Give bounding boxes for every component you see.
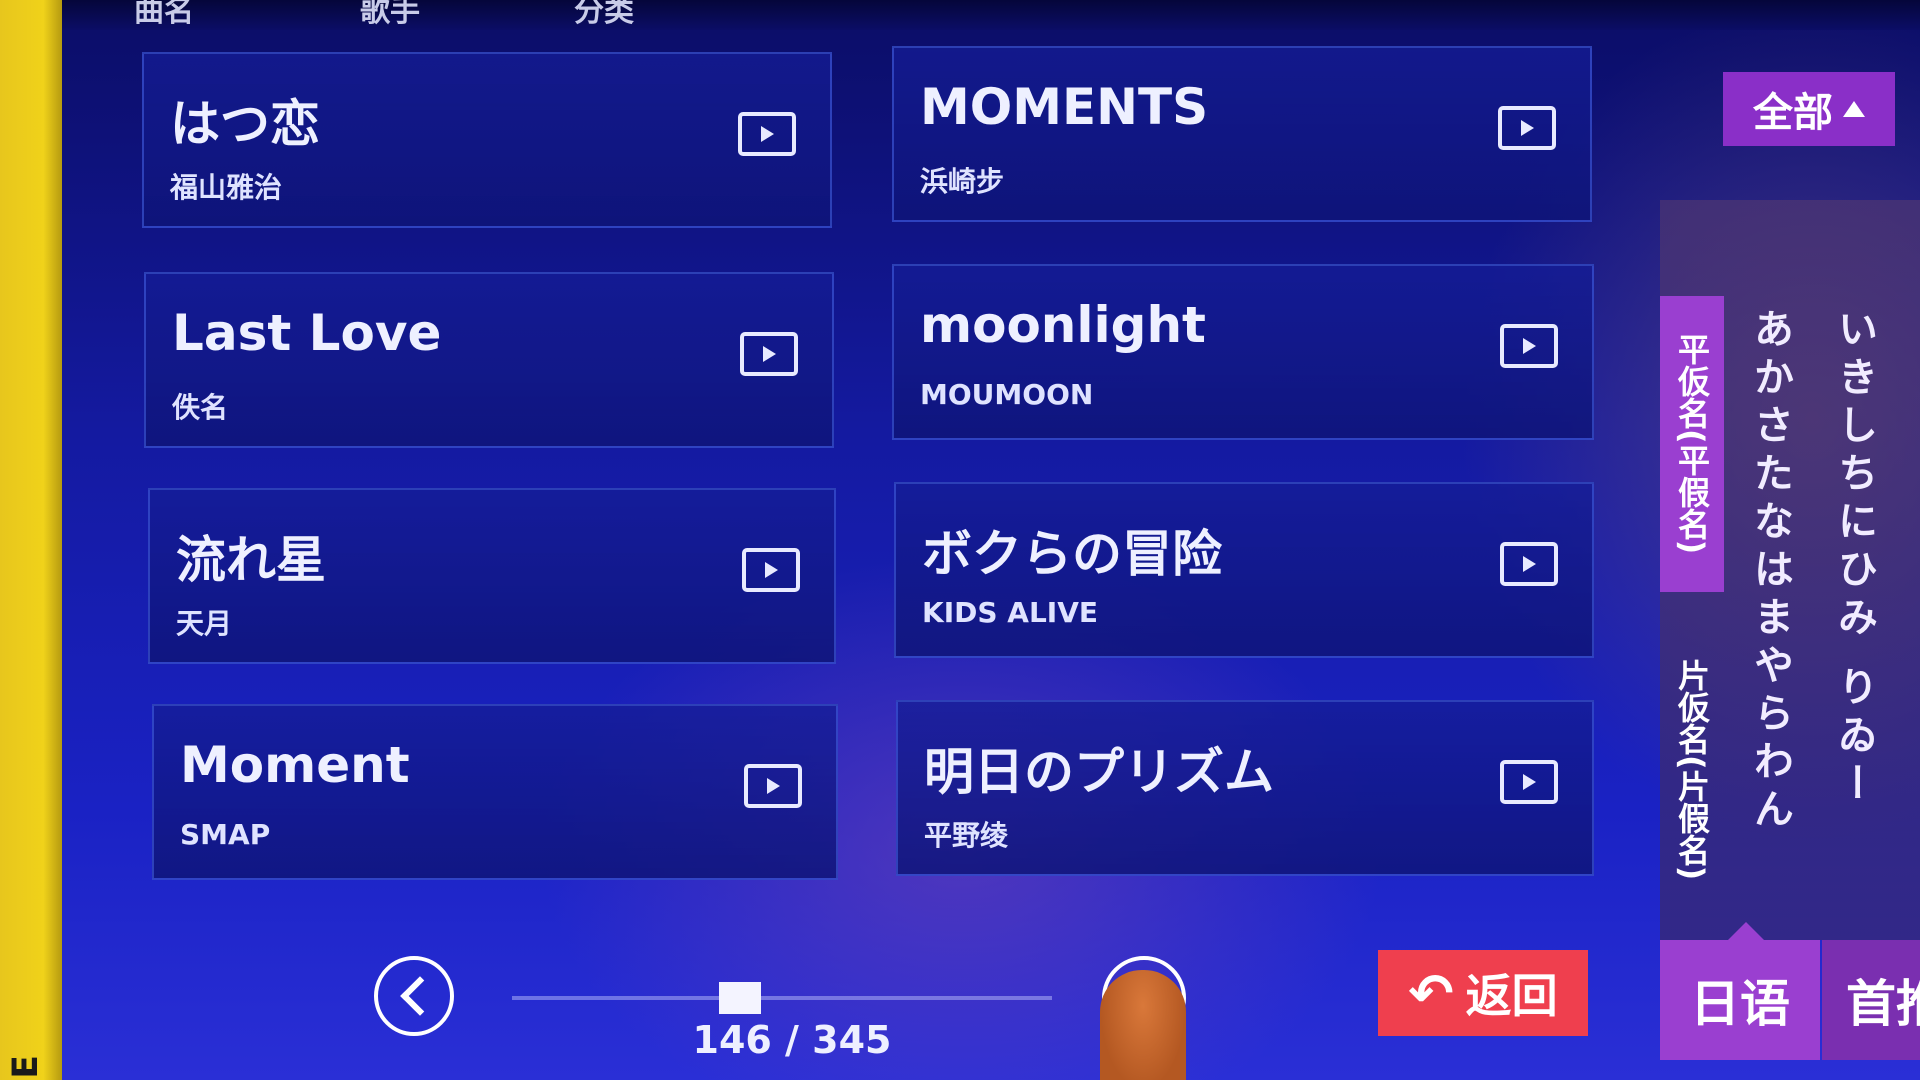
song-title: ボクらの冒险	[922, 525, 1222, 583]
song-artist: KIDS ALIVE	[922, 596, 1098, 629]
song-artist: 福山雅治	[170, 171, 283, 204]
song-card[interactable]: ボクらの冒险 KIDS ALIVE	[894, 482, 1594, 658]
return-label: 返回	[1465, 969, 1558, 1023]
song-title: MOMENTS	[920, 78, 1209, 136]
song-title: moonlight	[920, 296, 1206, 354]
song-title: はつ恋	[170, 95, 320, 153]
song-artist: SMAP	[180, 818, 271, 851]
home-button[interactable]: 首推	[1822, 940, 1920, 1060]
tab-katakana[interactable]: 片仮名(片假名)	[1660, 620, 1724, 920]
tab-category[interactable]: 分类	[574, 0, 634, 30]
play-preview-icon[interactable]	[738, 112, 796, 156]
song-card[interactable]: MOMENTS 浜崎步	[892, 46, 1592, 222]
karaoke-screen: 曲名 歌手 分类 はつ恋 福山雅治 MOMENTS 浜崎步 Last Love …	[62, 0, 1920, 1080]
play-preview-icon[interactable]	[1500, 324, 1558, 368]
play-preview-icon[interactable]	[1500, 760, 1558, 804]
caret-up-icon	[1843, 101, 1865, 117]
song-card[interactable]: Moment SMAP	[152, 704, 838, 880]
song-card[interactable]: 流れ星 天月	[148, 488, 836, 664]
song-card[interactable]: 明日のプリズム 平野绫	[896, 700, 1594, 876]
song-title: 流れ星	[176, 531, 326, 589]
page-slider-track[interactable]	[512, 996, 1052, 1000]
tab-hiragana[interactable]: 平仮名(平假名)	[1660, 296, 1724, 592]
song-artist: 平野绫	[924, 819, 1009, 852]
song-title: 明日のプリズム	[924, 743, 1274, 801]
tab-song-name[interactable]: 曲名	[134, 0, 194, 30]
top-tabs-strip: 曲名 歌手 分类	[62, 0, 1920, 30]
song-card[interactable]: はつ恋 福山雅治	[142, 52, 832, 228]
song-artist: MOUMOON	[920, 378, 1094, 411]
page-counter: 146 / 345	[692, 1018, 892, 1062]
play-preview-icon[interactable]	[744, 764, 802, 808]
filter-label: 全部	[1753, 90, 1833, 136]
filter-all-button[interactable]: 全部	[1723, 72, 1895, 146]
play-preview-icon[interactable]	[740, 332, 798, 376]
play-preview-icon[interactable]	[1500, 542, 1558, 586]
kana-index-panel: 平仮名(平假名) 片仮名(片假名) あかさたなはまやらわん いきしちにひみ りゐ…	[1660, 200, 1920, 940]
play-preview-icon[interactable]	[1498, 106, 1556, 150]
tab-singer[interactable]: 歌手	[360, 0, 420, 30]
song-card[interactable]: moonlight MOUMOON	[892, 264, 1594, 440]
return-button[interactable]: ↶ 返回	[1378, 950, 1588, 1036]
bezel-sticker: ᴇ	[0, 0, 62, 1080]
song-artist: 浜崎步	[920, 165, 1005, 198]
sticker-text: ᴇ	[0, 1054, 48, 1080]
page-slider-thumb[interactable]	[719, 982, 762, 1014]
prev-page-button[interactable]	[374, 956, 454, 1036]
song-card[interactable]: Last Love 佚名	[144, 272, 834, 448]
return-arrow-icon: ↶	[1408, 961, 1454, 1025]
finger-occlusion	[1100, 970, 1186, 1080]
song-title: Moment	[180, 736, 410, 794]
song-artist: 佚名	[172, 391, 229, 424]
kana-column-a[interactable]: あかさたなはまやらわん	[1742, 308, 1798, 928]
language-button[interactable]: 日语	[1660, 922, 1820, 1060]
kana-column-i[interactable]: いきしちにひみ りゐー	[1826, 308, 1882, 928]
song-artist: 天月	[176, 607, 233, 640]
play-preview-icon[interactable]	[742, 548, 800, 592]
song-title: Last Love	[172, 304, 442, 362]
